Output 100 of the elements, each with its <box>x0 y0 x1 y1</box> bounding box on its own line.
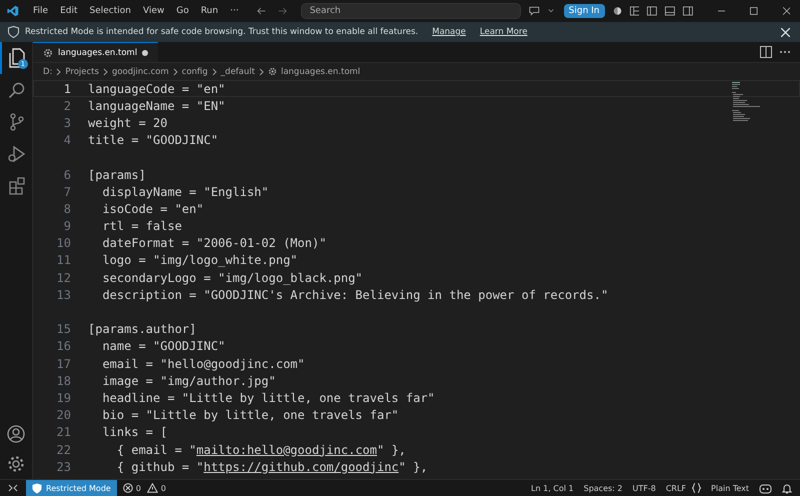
sidebar-toggle-icon[interactable] <box>647 5 658 17</box>
line-number: 16 <box>56 339 71 354</box>
search-icon <box>8 81 26 99</box>
code-line: bio = "Little by little, one travels far" <box>101 408 399 422</box>
line-number: 21 <box>56 425 71 440</box>
status-item[interactable]: UTF-8 <box>632 484 656 492</box>
code-line: languageName = "EN" <box>88 98 226 113</box>
breadcrumb-item[interactable]: D: <box>43 66 52 76</box>
code-line: title = "GOODJINC" <box>88 133 218 148</box>
error-count[interactable]: 0 <box>136 484 141 492</box>
breadcrumb-item[interactable]: goodjinc.com <box>112 66 169 76</box>
line-number: 1 <box>64 82 71 96</box>
bell-icon[interactable] <box>782 482 792 494</box>
code-line: { github = "https://github.com/goodjinc" }, <box>116 460 428 474</box>
status-item[interactable]: Spaces: 2 <box>584 484 622 492</box>
breadcrumb-item[interactable]: Projects <box>65 66 99 76</box>
breadcrumb-item[interactable]: config <box>182 66 208 76</box>
chevron-down-icon[interactable] <box>548 8 554 14</box>
line-number: 17 <box>56 356 71 371</box>
line-number: 23 <box>56 460 71 474</box>
menu-item[interactable]: ··· <box>224 6 245 16</box>
line-number: 18 <box>56 374 71 388</box>
editor-tab[interactable]: languages.en.toml <box>33 42 158 62</box>
extensions-icon <box>8 177 26 195</box>
code-line: email = "hello@goodjinc.com" <box>101 356 305 371</box>
close-icon[interactable] <box>782 6 790 16</box>
menu-item[interactable]: Go <box>170 6 195 16</box>
app-logo-icon <box>7 3 19 19</box>
line-number: 15 <box>56 322 71 336</box>
warning-icon[interactable] <box>146 483 158 493</box>
settings-icon[interactable] <box>7 455 25 473</box>
branch-icon <box>9 113 25 131</box>
code-line: logo = "img/logo_white.png" <box>101 253 298 268</box>
search-field[interactable]: Search <box>300 3 522 19</box>
breadcrumb-item[interactable]: _default <box>220 66 255 76</box>
warning-count[interactable]: 0 <box>160 484 166 492</box>
code-line: { email = "mailto:hello@goodjinc.com" }, <box>116 442 406 457</box>
gear-icon <box>43 48 53 58</box>
shield-icon <box>8 26 19 38</box>
status-item[interactable]: Plain Text <box>711 484 749 492</box>
files-icon <box>8 48 26 68</box>
line-number: 11 <box>56 253 71 268</box>
line-number: 22 <box>56 442 71 457</box>
account-icon[interactable] <box>612 5 622 17</box>
account-icon[interactable] <box>7 425 25 443</box>
line-number: 2 <box>64 98 71 113</box>
menu-item[interactable]: View <box>136 6 170 16</box>
menu-item[interactable]: Edit <box>54 6 84 16</box>
line-number: 4 <box>64 133 71 148</box>
line-number: 3 <box>64 116 71 130</box>
line-number: 20 <box>56 408 71 422</box>
chevron-right-icon <box>172 68 178 76</box>
mode-label: Restricted Mode <box>46 484 111 492</box>
menu-item[interactable]: Run <box>194 6 224 16</box>
panel-toggle-icon[interactable] <box>665 5 675 17</box>
line-number: 10 <box>56 236 71 250</box>
line-number: 13 <box>56 288 71 302</box>
line-number: 8 <box>64 202 71 216</box>
line-number: 6 <box>64 168 71 182</box>
code-line: secondaryLogo = "img/logo_black.png" <box>101 270 363 285</box>
code-line: [params.author] <box>88 322 196 336</box>
menu-item[interactable]: Selection <box>84 6 137 16</box>
banner-link[interactable]: Manage <box>432 27 466 37</box>
remote-icon[interactable] <box>8 484 18 492</box>
code-line: [params] <box>88 168 146 182</box>
status-item[interactable]: Ln 1, Col 1 <box>531 484 574 492</box>
close-icon[interactable] <box>781 28 790 36</box>
code-line: description = "GOODJINC's Archive: Believing in the power of records." <box>101 288 608 302</box>
code-line: languageCode = "en" <box>88 82 226 96</box>
layout-icon[interactable] <box>630 5 640 17</box>
sign-in-button[interactable]: Sign In <box>564 4 605 18</box>
code-line: headline = "Little by little, one travels far" <box>101 390 435 405</box>
code-line: displayName = "English" <box>101 184 269 199</box>
restricted-mode-indicator[interactable]: Restricted Mode <box>26 480 117 496</box>
forward-arrow-icon[interactable] <box>278 6 287 16</box>
breadcrumb-item[interactable]: languages.en.toml <box>280 66 360 76</box>
secondary-sidebar-icon[interactable] <box>682 5 693 17</box>
code-line: isoCode = "en" <box>101 202 204 216</box>
gear-icon <box>268 67 277 76</box>
chevron-right-icon <box>212 68 217 76</box>
chat-icon[interactable] <box>529 5 540 17</box>
code-line: image = "img/author.jpg" <box>101 374 276 388</box>
back-arrow-icon[interactable] <box>256 6 266 16</box>
maximize-icon[interactable] <box>750 6 758 16</box>
shield-icon <box>32 482 42 494</box>
line-number: 12 <box>56 270 71 285</box>
copilot-icon[interactable] <box>759 482 772 494</box>
chevron-right-icon <box>102 68 108 76</box>
code-line: name = "GOODJINC" <box>101 339 226 354</box>
code-line: dateFormat = "2006-01-02 (Mon)" <box>101 236 326 250</box>
banner-link[interactable]: Learn More <box>480 27 528 37</box>
banner-message: Restricted Mode is intended for safe code browsing. Trust this window to enable all features. <box>25 27 418 37</box>
status-item[interactable]: CRLF <box>666 484 686 492</box>
code-line: weight = 20 <box>88 116 168 130</box>
split-editor-icon[interactable] <box>760 46 772 58</box>
menu-item[interactable]: File <box>27 6 54 16</box>
error-icon[interactable] <box>122 483 133 493</box>
line-number: 9 <box>64 219 71 234</box>
run-debug-icon <box>8 145 26 163</box>
tab-label: languages.en.toml <box>58 48 138 58</box>
